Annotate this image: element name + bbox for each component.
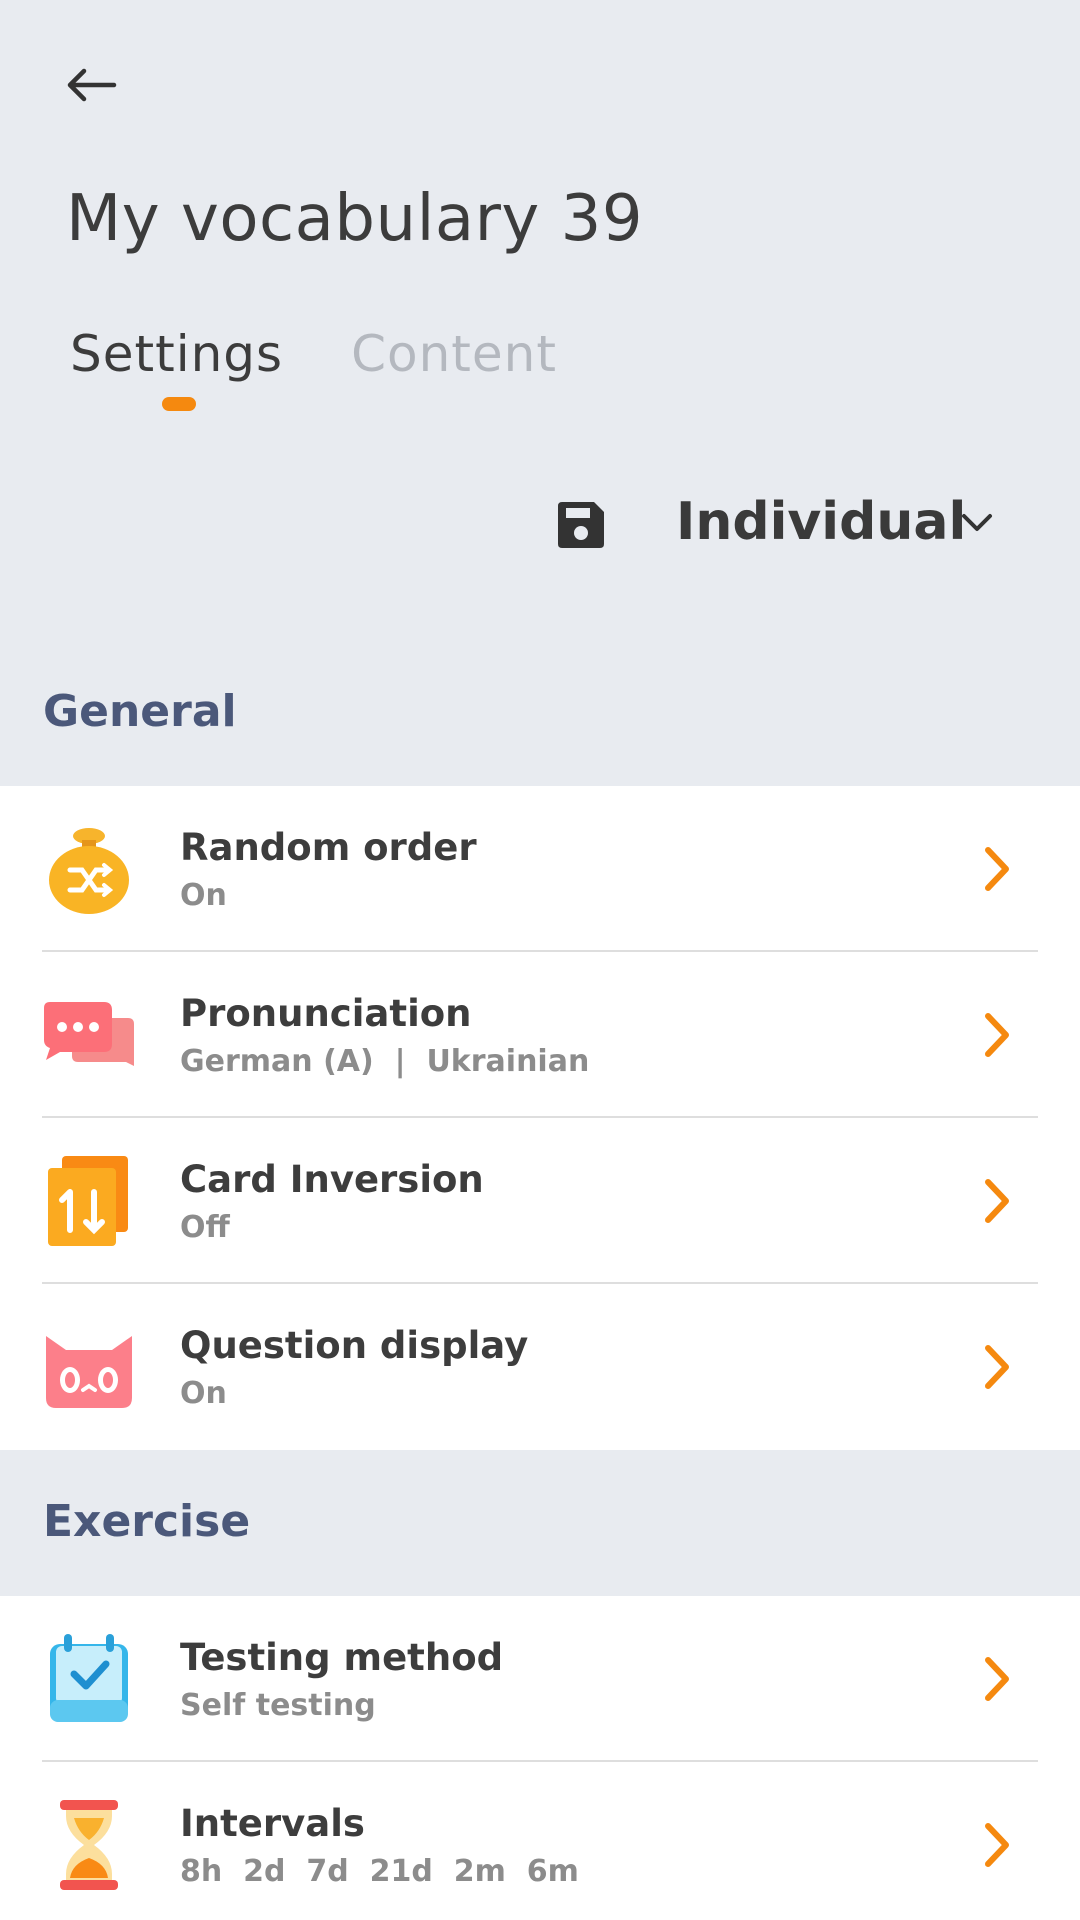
setting-label: Pronunciation xyxy=(180,992,472,1035)
setting-value: German (A) | Ukrainian xyxy=(180,1044,590,1079)
setting-random-order[interactable]: Random order On xyxy=(0,786,1080,952)
setting-label: Testing method xyxy=(180,1636,504,1679)
tab-bar: Settings Content xyxy=(70,325,557,411)
card-inversion-icon xyxy=(42,1154,136,1248)
back-button[interactable] xyxy=(62,55,132,115)
tab-content[interactable]: Content xyxy=(351,325,557,383)
setting-value: Off xyxy=(180,1210,230,1245)
chevron-down-icon[interactable] xyxy=(960,512,994,538)
hourglass-icon xyxy=(42,1798,136,1892)
shuffle-bag-icon xyxy=(42,822,136,916)
setting-question-display[interactable]: Question display On xyxy=(0,1284,1080,1450)
setting-label: Card Inversion xyxy=(180,1158,484,1201)
floppy-disk-icon xyxy=(558,502,604,548)
arrow-left-icon xyxy=(67,68,117,102)
setting-testing-method[interactable]: Testing method Self testing xyxy=(0,1596,1080,1762)
chevron-right-icon xyxy=(980,1652,1014,1706)
tab-settings[interactable]: Settings xyxy=(70,325,284,411)
active-tab-indicator xyxy=(162,397,196,411)
setting-intervals[interactable]: Intervals 8h 2d 7d 21d 2m 6m xyxy=(0,1762,1080,1920)
setting-label: Random order xyxy=(180,826,477,869)
setting-value: On xyxy=(180,878,227,913)
mode-selector[interactable]: Individual xyxy=(676,492,966,552)
setting-pronunciation[interactable]: Pronunciation German (A) | Ukrainian xyxy=(0,952,1080,1118)
tab-settings-label: Settings xyxy=(70,325,284,383)
chevron-right-icon xyxy=(980,842,1014,896)
calendar-check-icon xyxy=(42,1632,136,1726)
section-title-exercise: Exercise xyxy=(43,1496,251,1547)
page-title: My vocabulary 39 xyxy=(66,182,644,256)
section-title-general: General xyxy=(43,686,237,737)
tab-content-label: Content xyxy=(351,325,557,383)
settings-toolbar: Individual xyxy=(0,492,1080,558)
chevron-right-icon xyxy=(980,1008,1014,1062)
chevron-right-icon xyxy=(980,1174,1014,1228)
exercise-settings-list: Testing method Self testing Intervals 8h… xyxy=(0,1596,1080,1920)
speech-bubbles-icon xyxy=(42,988,136,1082)
general-settings-list: Random order On Pronunciation German (A)… xyxy=(0,786,1080,1450)
setting-label: Question display xyxy=(180,1324,529,1367)
setting-label: Intervals xyxy=(180,1802,365,1845)
cat-face-icon xyxy=(42,1320,136,1414)
save-button[interactable] xyxy=(556,500,606,550)
chevron-right-icon xyxy=(980,1340,1014,1394)
setting-value: 8h 2d 7d 21d 2m 6m xyxy=(180,1854,579,1889)
setting-card-inversion[interactable]: Card Inversion Off xyxy=(0,1118,1080,1284)
setting-value: On xyxy=(180,1376,227,1411)
chevron-right-icon xyxy=(980,1818,1014,1872)
setting-value: Self testing xyxy=(180,1688,376,1723)
